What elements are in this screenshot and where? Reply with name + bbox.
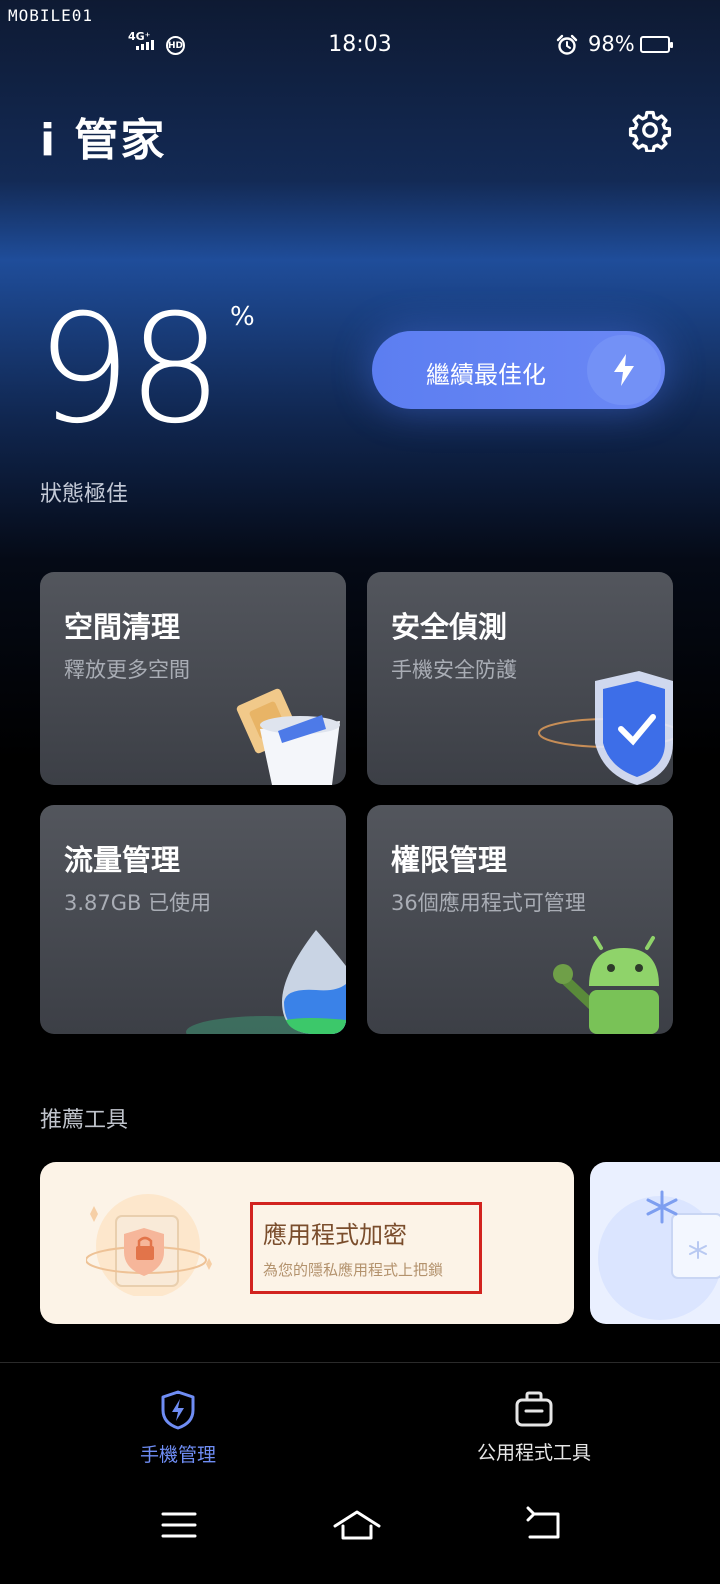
- security-shield-icon: [538, 671, 673, 785]
- shield-bolt-icon: [161, 1390, 195, 1430]
- gear-icon[interactable]: [628, 108, 672, 152]
- card-security-scan[interactable]: 安全偵測 手機安全防護: [367, 572, 673, 785]
- alarm-clock-icon: [556, 34, 578, 55]
- card-subtitle: 釋放更多空間: [64, 658, 190, 682]
- tab-label: 公用程式工具: [476, 1442, 591, 1464]
- optimize-button-label: 繼續最佳化: [426, 361, 546, 389]
- card-title: 空間清理: [64, 610, 181, 644]
- battery-icon: [640, 36, 673, 53]
- card-subtitle: 36個應用程式可管理: [391, 891, 586, 915]
- section-title-recommended: 推薦工具: [40, 1108, 129, 1133]
- battery-percent: 98%: [588, 32, 635, 56]
- tab-label: 手機管理: [139, 1444, 216, 1466]
- highlight-box: 應用程式加密 為您的隱私應用程式上把鎖: [250, 1202, 482, 1294]
- app-title: i 管家: [40, 115, 167, 166]
- health-status: 狀態極佳: [40, 482, 129, 507]
- card-permission-management[interactable]: 權限管理 36個應用程式可管理: [367, 805, 673, 1034]
- trash-bin-icon: [236, 688, 340, 785]
- tool-card-app-lock[interactable]: 應用程式加密 為您的隱私應用程式上把鎖: [40, 1162, 574, 1324]
- tab-utility-tools[interactable]: 公用程式工具: [434, 1390, 634, 1465]
- android-robot-icon: [553, 936, 659, 1034]
- tool-subtitle: 為您的隱私應用程式上把鎖: [263, 1261, 444, 1279]
- card-title: 流量管理: [64, 843, 181, 877]
- health-score-unit: %: [230, 302, 255, 332]
- card-title: 權限管理: [391, 843, 508, 877]
- card-data-usage[interactable]: 流量管理 3.87GB 已使用: [40, 805, 346, 1034]
- home-icon[interactable]: [332, 1506, 382, 1544]
- back-icon[interactable]: [524, 1506, 564, 1544]
- tool-card-next[interactable]: [590, 1162, 720, 1324]
- tool-title: 應用程式加密: [263, 1221, 407, 1249]
- tab-phone-management[interactable]: 手機管理: [78, 1390, 278, 1467]
- toolbox-icon: [515, 1391, 553, 1427]
- health-score: 98: [36, 283, 223, 457]
- lock-shield-icon: [86, 1194, 212, 1296]
- card-space-cleanup[interactable]: 空間清理 釋放更多空間: [40, 572, 346, 785]
- card-subtitle: 3.87GB 已使用: [64, 891, 212, 915]
- snowflake-icon: [598, 1190, 720, 1320]
- water-drop-icon: [186, 930, 346, 1034]
- optimize-button[interactable]: 繼續最佳化: [372, 331, 665, 409]
- lightning-bolt-icon: [614, 354, 634, 386]
- status-bar: 4G⁺ HD 18:03 98%: [0, 0, 720, 90]
- card-title: 安全偵測: [391, 610, 508, 644]
- menu-icon[interactable]: [160, 1506, 198, 1544]
- bottom-divider: [0, 1362, 720, 1363]
